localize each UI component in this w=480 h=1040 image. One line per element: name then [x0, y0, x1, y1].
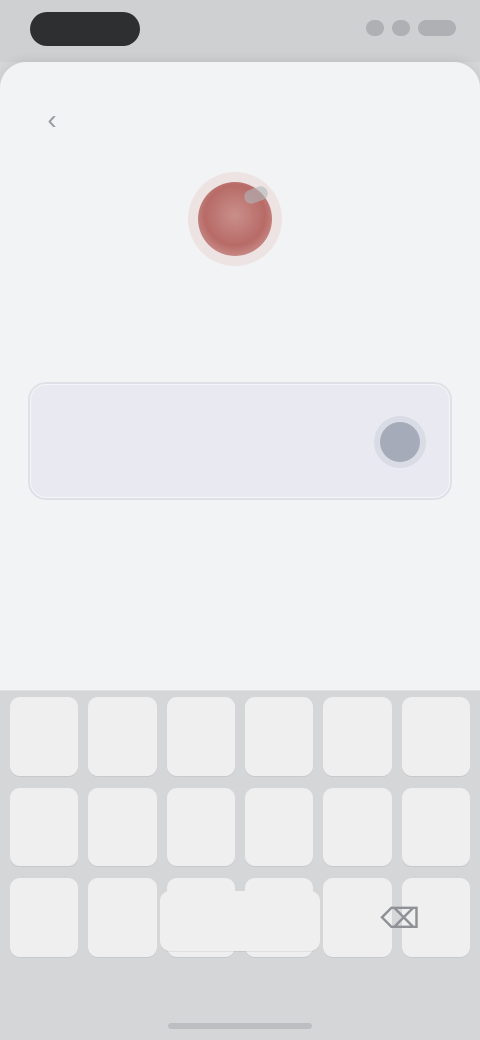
key-2[interactable] — [88, 697, 157, 776]
signal-icon — [366, 20, 384, 36]
back-button[interactable]: ‹ — [32, 100, 72, 140]
key-6[interactable] — [401, 697, 470, 776]
key-9[interactable] — [166, 787, 235, 867]
key-11[interactable] — [323, 787, 392, 867]
status-time — [30, 12, 140, 46]
status-icons — [356, 16, 456, 40]
keyboard-bottom-row: ⌫ — [0, 891, 480, 1040]
key-8[interactable] — [88, 787, 157, 867]
key-1[interactable] — [10, 697, 79, 776]
pin-input[interactable] — [28, 382, 452, 500]
key-3[interactable] — [166, 697, 235, 776]
key-12[interactable] — [401, 787, 470, 867]
key-7[interactable] — [10, 787, 79, 867]
clear-input-button[interactable] — [380, 422, 420, 462]
verification-sheet: ‹ — [0, 62, 480, 690]
space-key[interactable] — [160, 891, 320, 951]
page-title — [148, 284, 332, 314]
delete-key[interactable]: ⌫ — [372, 897, 428, 939]
numeric-keyboard: ⌫ — [0, 690, 480, 1040]
page-subtitle — [50, 332, 430, 350]
avatar — [186, 170, 284, 268]
battery-icon — [418, 20, 456, 36]
screen: ‹ ⌫ — [0, 0, 480, 1040]
home-indicator — [168, 1023, 312, 1029]
pin-value — [170, 420, 310, 464]
wifi-icon — [392, 20, 410, 36]
key-4[interactable] — [245, 697, 314, 776]
key-5[interactable] — [323, 697, 392, 776]
status-bar — [0, 0, 480, 62]
helper-link[interactable] — [132, 556, 348, 574]
key-10[interactable] — [245, 787, 314, 867]
